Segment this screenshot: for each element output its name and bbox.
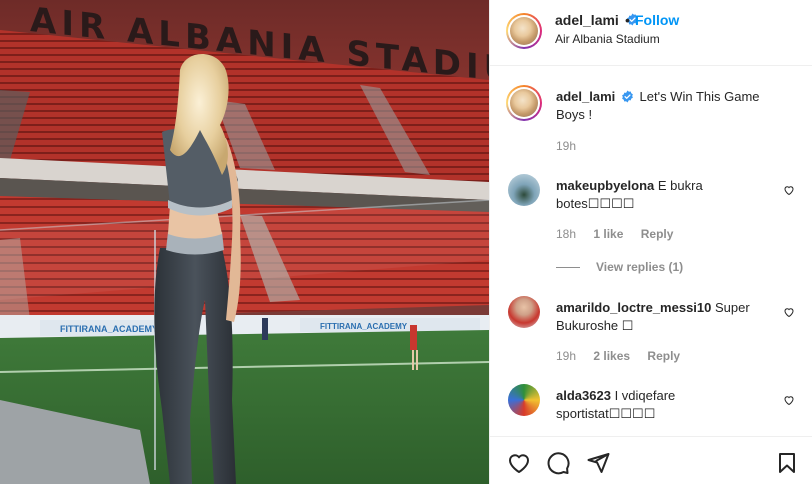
comment-like-heart-icon[interactable] (783, 306, 795, 318)
comment-time[interactable]: 19h (556, 349, 576, 363)
caption-username[interactable]: adel_lami (556, 89, 615, 104)
verified-badge-icon (622, 90, 633, 103)
caption-avatar[interactable] (506, 85, 542, 121)
author-avatar[interactable] (506, 13, 542, 49)
view-replies-button[interactable]: View replies (1) (556, 260, 683, 274)
caption-time[interactable]: 19h (556, 139, 576, 153)
comment-like-heart-icon[interactable] (783, 394, 795, 406)
caption-meta: 19h (556, 139, 590, 153)
share-icon[interactable] (586, 451, 611, 475)
comment-username[interactable]: amarildo_loctre_messi10 (556, 300, 711, 315)
view-replies-line (556, 267, 580, 269)
view-replies-label: View replies (1) (596, 260, 684, 274)
instagram-post-modal: FITTIRANA_ACADEMY FITTIRANA_ACADEMY AIR … (0, 0, 812, 484)
comment-likes[interactable]: 1 like (593, 227, 623, 241)
comment-username[interactable]: alda3623 (556, 388, 611, 403)
comment-icon[interactable] (546, 451, 571, 475)
comment-reply-button[interactable]: Reply (647, 349, 680, 363)
bookmark-icon[interactable] (775, 451, 799, 475)
post-header: adel_lami • Follow Air Albania Stadium (490, 0, 812, 66)
author-username[interactable]: adel_lami (555, 12, 619, 28)
commenter-avatar[interactable] (508, 174, 540, 206)
comment-meta: 19h 2 likes Reply (556, 349, 694, 363)
post-location[interactable]: Air Albania Stadium (555, 32, 660, 46)
comment-meta: 18h 1 like Reply (556, 227, 687, 241)
post-actions-bar (490, 436, 812, 484)
comment-username[interactable]: makeupbyelona (556, 178, 654, 193)
comment-likes[interactable]: 2 likes (593, 349, 630, 363)
follow-button[interactable]: Follow (635, 12, 679, 28)
commenter-avatar[interactable] (508, 384, 540, 416)
ad-board-text-2: FITTIRANA_ACADEMY (320, 322, 408, 331)
commenter-avatar[interactable] (508, 296, 540, 328)
comment-reply-button[interactable]: Reply (641, 227, 674, 241)
comments-list[interactable]: adel_lami Let's Win This Game Boys ! 19h… (490, 66, 812, 436)
comment-like-heart-icon[interactable] (783, 184, 795, 196)
heart-icon[interactable] (506, 451, 532, 475)
post-details-panel: adel_lami • Follow Air Albania Stadium a… (489, 0, 812, 484)
post-photo[interactable]: FITTIRANA_ACADEMY FITTIRANA_ACADEMY AIR … (0, 0, 489, 484)
comment-time[interactable]: 18h (556, 227, 576, 241)
ad-board-text: FITTIRANA_ACADEMY (60, 324, 158, 334)
header-separator: • (625, 12, 630, 28)
